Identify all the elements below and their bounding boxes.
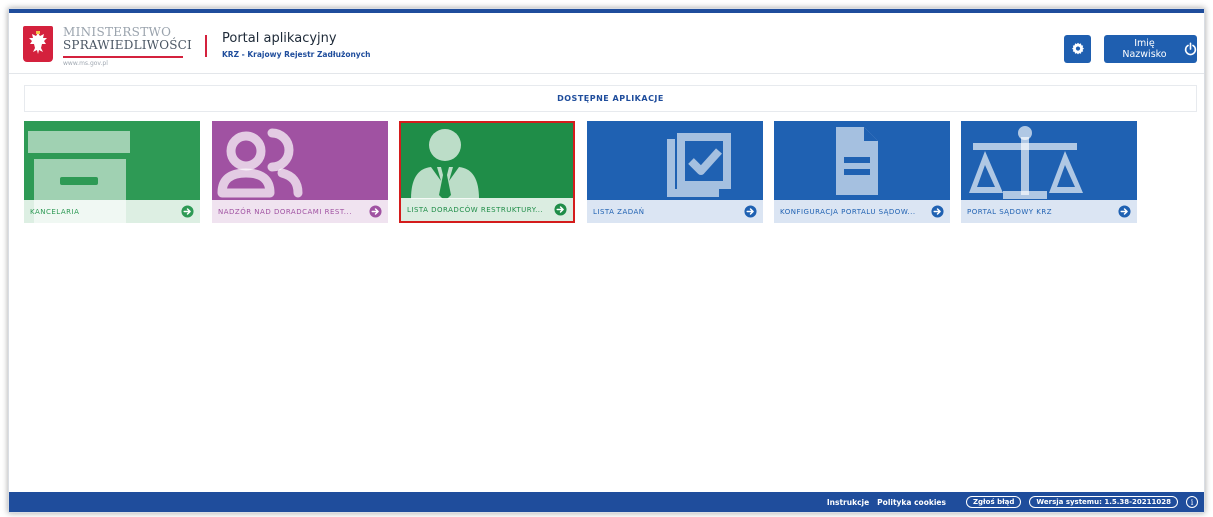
- user-logout-button[interactable]: Imię Nazwisko: [1104, 35, 1197, 63]
- ministry-logo[interactable]: MINISTERSTWO SPRAWIEDLIWOŚCI www.ms.gov.…: [23, 25, 193, 70]
- tile-portal-sadowy[interactable]: PORTAL SĄDOWY KRZ: [961, 121, 1137, 223]
- tile-label-bar: KANCELARIA: [24, 200, 200, 223]
- page-subtitle: KRZ - Krajowy Rejestr Zadłużonych: [222, 50, 371, 59]
- tile-kancelaria[interactable]: KANCELARIA: [24, 121, 200, 223]
- tile-lista-doradcow[interactable]: LISTA DORADCÓW RESTRUKTURY...: [399, 121, 575, 223]
- header: MINISTERSTWO SPRAWIEDLIWOŚCI www.ms.gov.…: [9, 9, 1204, 74]
- ministry-name-line2: SPRAWIEDLIWOŚCI: [63, 38, 192, 52]
- gear-icon: [1071, 42, 1084, 55]
- tile-nadzor-nad-doradcami[interactable]: NADZÓR NAD DORADCAMI REST...: [212, 121, 388, 223]
- tile-label-bar: KONFIGURACJA PORTALU SĄDOW...: [774, 200, 950, 223]
- logo-underline: [63, 56, 183, 58]
- cookie-policy-link[interactable]: Polityka cookies: [877, 498, 946, 507]
- header-divider: [205, 35, 207, 57]
- section-title: DOSTĘPNE APLIKACJE: [24, 85, 1197, 112]
- tile-label-bar: PORTAL SĄDOWY KRZ: [961, 200, 1137, 223]
- tile-label: LISTA ZADAŃ: [593, 207, 645, 216]
- info-icon[interactable]: i: [1186, 496, 1198, 508]
- arrow-right-icon: [931, 205, 944, 218]
- tile-konfiguracja-portalu[interactable]: KONFIGURACJA PORTALU SĄDOW...: [774, 121, 950, 223]
- tile-label-bar: LISTA DORADCÓW RESTRUKTURY...: [401, 198, 573, 221]
- ministry-url: www.ms.gov.pl: [63, 60, 108, 67]
- tile-label: NADZÓR NAD DORADCAMI REST...: [218, 207, 352, 216]
- arrow-right-icon: [1118, 205, 1131, 218]
- tile-label-bar: NADZÓR NAD DORADCAMI REST...: [212, 200, 388, 223]
- app-frame: MINISTERSTWO SPRAWIEDLIWOŚCI www.ms.gov.…: [8, 8, 1205, 513]
- ministry-name-line1: MINISTERSTWO: [63, 25, 172, 39]
- footer: Instrukcje Polityka cookies Zgłoś błąd W…: [9, 492, 1204, 512]
- system-version-badge[interactable]: Wersja systemu: 1.5.38-20211028: [1029, 496, 1178, 508]
- arrow-right-icon: [744, 205, 757, 218]
- report-bug-button[interactable]: Zgłoś błąd: [965, 496, 1022, 508]
- instructions-link[interactable]: Instrukcje: [827, 498, 869, 507]
- tile-label: LISTA DORADCÓW RESTRUKTURY...: [407, 205, 544, 214]
- tile-label: KONFIGURACJA PORTALU SĄDOW...: [780, 207, 916, 216]
- arrow-right-icon: [369, 205, 382, 218]
- tile-label: PORTAL SĄDOWY KRZ: [967, 207, 1053, 216]
- arrow-right-icon: [181, 205, 194, 218]
- arrow-right-icon: [554, 203, 567, 216]
- page-title: Portal aplikacyjny: [222, 31, 337, 46]
- settings-button[interactable]: [1064, 35, 1091, 63]
- tile-lista-zadan[interactable]: LISTA ZADAŃ: [587, 121, 763, 223]
- power-icon: [1184, 42, 1197, 56]
- tile-label: KANCELARIA: [30, 207, 80, 216]
- tile-label-bar: LISTA ZADAŃ: [587, 200, 763, 223]
- user-name: Imię Nazwisko: [1122, 38, 1167, 60]
- eagle-emblem-icon: [23, 26, 53, 62]
